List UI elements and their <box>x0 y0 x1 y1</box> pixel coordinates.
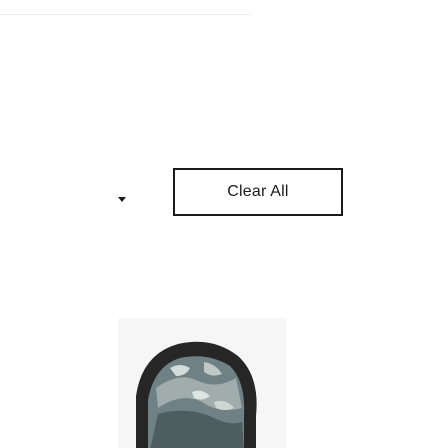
product-card[interactable] <box>118 318 286 448</box>
caret-down-icon <box>118 197 126 202</box>
dropdown-toggle[interactable] <box>102 180 142 220</box>
page: Clear All <box>0 0 448 448</box>
clear-all-button[interactable]: Clear All <box>173 168 343 216</box>
divider <box>0 14 250 15</box>
product-thumbnail <box>118 318 286 448</box>
